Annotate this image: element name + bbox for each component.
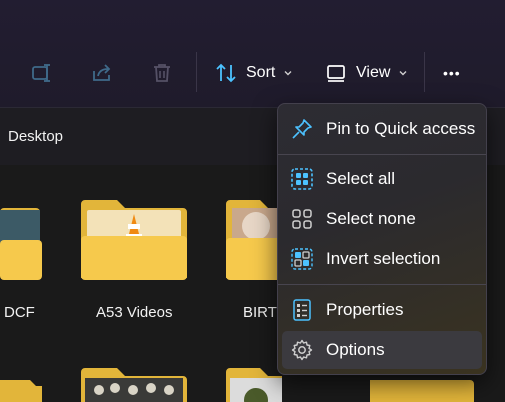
- menu-item-select-none[interactable]: Select none: [282, 200, 482, 238]
- select-none-icon: [290, 207, 314, 231]
- menu-item-properties[interactable]: Properties: [282, 291, 482, 329]
- menu-item-label: Invert selection: [326, 249, 441, 268]
- folder-icon: [0, 380, 42, 402]
- view-button[interactable]: View: [324, 56, 408, 90]
- menu-item-select-all[interactable]: Select all: [282, 160, 482, 198]
- toolbar-divider: [196, 52, 197, 92]
- folder-birth[interactable]: [226, 196, 282, 287]
- menu-item-label: Select none: [326, 209, 416, 228]
- delete-button[interactable]: [150, 56, 174, 90]
- folder-icon: [226, 368, 282, 402]
- select-all-icon: [290, 167, 314, 191]
- see-more-menu: Pin to Quick access Select all Select no…: [277, 103, 487, 375]
- folder-row2-2[interactable]: [81, 368, 187, 402]
- chevron-down-icon: [399, 71, 407, 76]
- folder-row2-4[interactable]: [370, 374, 476, 402]
- pin-icon: [290, 117, 314, 141]
- see-more-button[interactable]: •••: [443, 56, 461, 90]
- menu-item-pin-to-quick-access[interactable]: Pin to Quick access: [282, 110, 482, 148]
- folder-icon: [81, 200, 187, 280]
- folder-row2-3[interactable]: [226, 368, 282, 402]
- folder-a53-videos[interactable]: [81, 196, 187, 287]
- menu-divider: [278, 154, 486, 155]
- menu-item-label: Select all: [326, 169, 395, 188]
- folder-icon: [370, 380, 474, 402]
- folder-dcf[interactable]: [0, 196, 42, 287]
- rename-button[interactable]: [30, 56, 54, 90]
- properties-icon: [290, 298, 314, 322]
- rename-icon: [32, 64, 50, 82]
- share-button[interactable]: [90, 56, 114, 90]
- menu-item-label: Properties: [326, 300, 404, 319]
- share-icon: [93, 64, 111, 81]
- menu-item-label: Options: [326, 340, 385, 359]
- breadcrumb-desktop[interactable]: Desktop: [8, 128, 63, 145]
- menu-item-options[interactable]: Options: [282, 331, 482, 369]
- sort-arrows-icon: [216, 63, 236, 83]
- view-label: View: [356, 64, 391, 81]
- chevron-down-icon: [284, 71, 292, 76]
- folder-icon: [0, 208, 42, 280]
- command-bar: Sort View •••: [0, 0, 505, 107]
- menu-item-label: Pin to Quick access: [326, 119, 476, 138]
- folder-label: DCF: [4, 304, 35, 321]
- view-layout-icon: [327, 65, 345, 82]
- folder-icon: [81, 368, 187, 402]
- trash-icon: [154, 64, 170, 82]
- options-gear-icon: [290, 338, 314, 362]
- menu-item-invert-selection[interactable]: Invert selection: [282, 240, 482, 278]
- folder-row2-1[interactable]: [0, 374, 42, 402]
- folder-icon: [226, 200, 282, 280]
- folder-label: A53 Videos: [96, 304, 173, 321]
- invert-selection-icon: [290, 247, 314, 271]
- more-dots-icon: •••: [443, 65, 461, 81]
- toolbar-divider: [424, 52, 425, 92]
- sort-button[interactable]: Sort: [214, 56, 293, 90]
- sort-label: Sort: [246, 64, 276, 81]
- menu-divider: [278, 284, 486, 285]
